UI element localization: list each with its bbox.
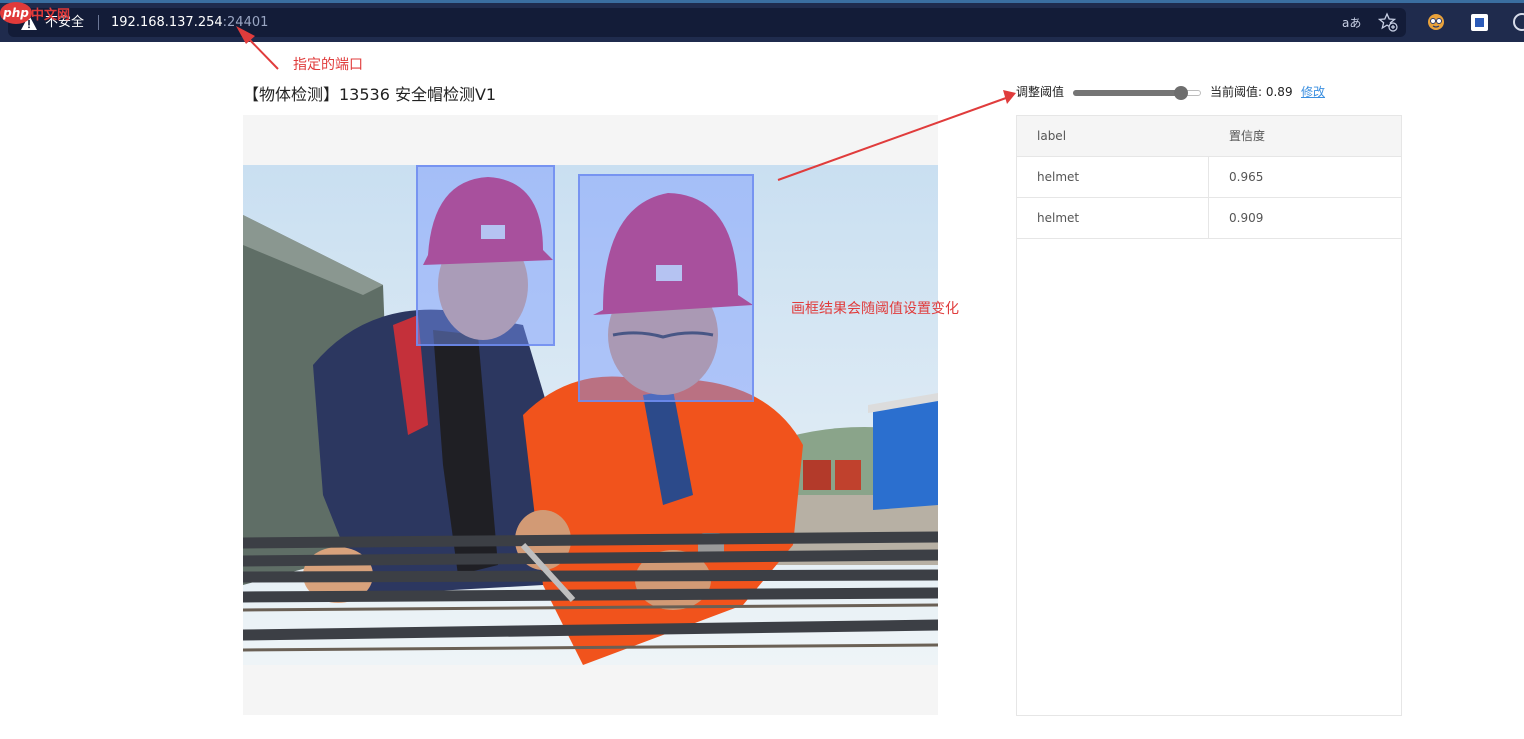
detection-photo (243, 165, 938, 665)
table-header-row: label 置信度 (1017, 116, 1401, 157)
detection-box-2[interactable] (578, 174, 754, 402)
modify-link[interactable]: 修改 (1301, 84, 1325, 100)
browser-toolbar: 不安全 192.168.137.254:24401 aあ (0, 0, 1524, 42)
face-extension-icon[interactable] (1427, 13, 1445, 31)
blue-square-extension-icon[interactable] (1471, 14, 1488, 31)
url-port: :24401 (222, 15, 269, 30)
slider-thumb[interactable] (1174, 86, 1189, 100)
read-aloud-button[interactable]: aあ (1342, 14, 1361, 31)
gear-icon[interactable] (1513, 13, 1524, 31)
results-table: label 置信度 helmet 0.965 helmet 0.909 (1016, 115, 1402, 716)
cell-label: helmet (1017, 157, 1209, 197)
threshold-label: 调整阈值 (1016, 85, 1065, 99)
current-threshold-text: 当前阈值: 0.89 (1210, 85, 1293, 99)
slider-fill (1073, 90, 1182, 96)
table-row[interactable]: helmet 0.909 (1017, 198, 1401, 239)
bbox-annotation: 画框结果会随阈值设置变化 (791, 301, 959, 317)
cell-confidence: 0.965 (1229, 170, 1264, 184)
port-annotation: 指定的端口 (293, 57, 363, 73)
cell-confidence: 0.909 (1229, 211, 1264, 225)
address-divider (98, 15, 99, 30)
tab-strip-edge (0, 0, 1524, 3)
watermark-text: 中文网 (31, 8, 71, 23)
url-host: 192.168.137.254 (111, 15, 223, 30)
table-row[interactable]: helmet 0.965 (1017, 157, 1401, 198)
address-bar[interactable]: 不安全 192.168.137.254:24401 aあ (8, 8, 1406, 37)
url-text[interactable]: 192.168.137.254:24401 (111, 14, 268, 31)
site-watermark: php 中文网 (0, 0, 84, 30)
star-add-icon[interactable] (1378, 12, 1398, 32)
page-title: 【物体检测】13536 安全帽检测V1 (243, 85, 497, 104)
cell-label: helmet (1017, 198, 1209, 238)
threshold-slider[interactable] (1073, 86, 1201, 100)
detection-image-panel (243, 115, 938, 715)
detection-box-1[interactable] (416, 165, 555, 346)
header-confidence: 置信度 (1229, 129, 1266, 143)
header-label: label (1037, 129, 1067, 143)
watermark-badge: php (0, 2, 32, 24)
